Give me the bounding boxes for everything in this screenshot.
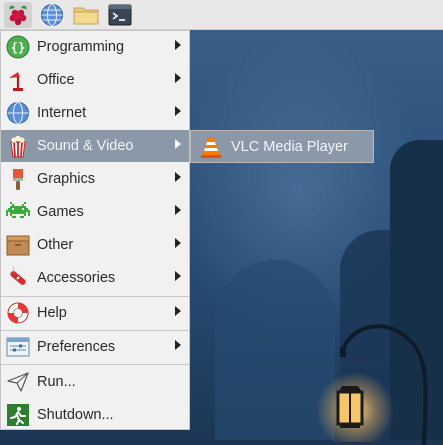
lifebuoy-icon [4, 299, 32, 327]
menu-item-help[interactable]: Help [1, 297, 189, 329]
lantern-icon [336, 386, 364, 428]
preferences-icon [4, 333, 32, 361]
chevron-right-icon [175, 271, 181, 281]
chevron-right-icon [175, 238, 181, 248]
menu-item-label: Internet [37, 105, 87, 121]
menu-item-internet[interactable]: Internet [1, 97, 189, 129]
menu-item-label: Sound & Video [37, 138, 134, 154]
menu-item-run[interactable]: Run... [1, 366, 189, 398]
web-browser-launcher[interactable] [38, 2, 66, 28]
chevron-right-icon [175, 106, 181, 116]
chevron-right-icon [175, 205, 181, 215]
office-icon [4, 66, 32, 94]
submenu-sound-video: VLC Media Player [190, 130, 374, 163]
chevron-right-icon [175, 306, 181, 316]
space-invader-icon [4, 198, 32, 226]
vlc-cone-icon [197, 133, 225, 161]
paper-plane-icon [4, 368, 32, 396]
menu-item-programming[interactable]: {} Programming [1, 31, 189, 63]
paintbrush-icon [4, 165, 32, 193]
menu-item-graphics[interactable]: Graphics [1, 163, 189, 195]
menu-item-label: Shutdown... [37, 407, 114, 423]
menu-item-label: Accessories [37, 270, 116, 286]
menu-item-office[interactable]: Office [1, 64, 189, 96]
menu-item-games[interactable]: Games [1, 196, 189, 228]
folder-icon [73, 7, 99, 24]
menu-item-label: Games [37, 204, 84, 220]
submenu-item-vlc-media-player[interactable]: VLC Media Player [231, 139, 348, 155]
chevron-right-icon [175, 340, 181, 350]
menu-separator [1, 364, 189, 365]
chevron-right-icon [175, 172, 181, 182]
menu-item-shutdown[interactable]: Shutdown... [1, 399, 189, 431]
box-icon [4, 231, 32, 259]
menu-item-label: Graphics [37, 171, 96, 187]
menu-item-other[interactable]: Other [1, 229, 189, 261]
menu-item-label: Preferences [37, 339, 116, 355]
top-panel [0, 0, 443, 30]
chevron-right-icon [175, 40, 181, 50]
chevron-right-icon [175, 73, 181, 83]
raspberry-icon [9, 5, 27, 25]
menu-item-label: Office [37, 72, 75, 88]
application-menu: {} Programming Office Internet Sound & V… [0, 30, 190, 430]
menu-button[interactable] [4, 1, 32, 28]
exit-icon [4, 401, 32, 429]
terminal-icon [108, 4, 132, 25]
menu-item-preferences[interactable]: Preferences [1, 331, 189, 363]
menu-item-label: Other [37, 237, 74, 253]
globe-icon [4, 99, 32, 127]
file-manager-launcher[interactable] [72, 2, 100, 28]
menu-item-label: Programming [37, 39, 125, 55]
menu-item-label: Help [37, 305, 67, 321]
terminal-launcher[interactable] [106, 2, 134, 28]
globe-icon [41, 3, 63, 26]
svg-text:{}: {} [11, 41, 25, 55]
programming-icon: {} [4, 33, 32, 61]
menu-item-accessories[interactable]: Accessories [1, 262, 189, 294]
chevron-right-icon [175, 139, 181, 149]
menu-item-label: Run... [37, 374, 76, 390]
swiss-knife-icon [4, 264, 32, 292]
popcorn-icon [4, 132, 32, 160]
menu-item-sound-video[interactable]: Sound & Video [1, 130, 189, 162]
